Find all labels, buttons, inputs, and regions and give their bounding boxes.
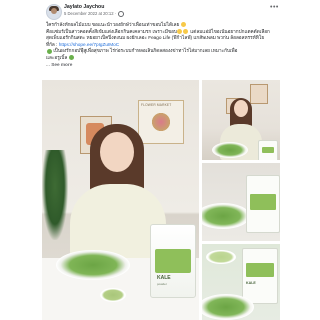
product-pack: KALE [242, 248, 278, 304]
author-name[interactable]: Jaylato Jaychou [64, 4, 104, 10]
thumb-photo-1[interactable] [202, 80, 280, 160]
emoji-icon [183, 28, 189, 34]
photo-grid: FLOWER MARKET KALE powder KALE [42, 80, 280, 320]
salad-bowl [202, 203, 250, 229]
wall-frame [250, 84, 268, 104]
pack-label: KALE [246, 281, 256, 285]
pack-label: KALE [157, 275, 171, 281]
post-caption: ใครกำลังหักผลไม้แบบ ขอแนะนำวองยักษ์ว่าเพ… [46, 22, 282, 68]
thumb-photo-2[interactable] [202, 163, 280, 241]
caption-line: เป็นผงรักกอปฟุ๊สูเพื่อสุขภาพ ไร่ก่อระบบก… [46, 48, 282, 55]
product-pack [258, 140, 278, 160]
green-drink-cup [206, 250, 236, 264]
leaf-emoji-icon [46, 48, 52, 54]
author-avatar[interactable] [46, 4, 62, 20]
thumb-photo-3[interactable]: KALE [202, 244, 280, 320]
post-meta: 5 December 2022 at 20:12 · [64, 11, 125, 17]
salad-bowl [202, 294, 254, 320]
green-drink-cup [100, 288, 126, 302]
poster-text: FLOWER MARKET [141, 103, 172, 107]
caption-line: ... See more [46, 61, 73, 67]
more-dots-icon[interactable]: ••• [270, 4, 279, 11]
product-pack [246, 175, 280, 233]
emoji-icon [181, 22, 187, 28]
pack-sublabel: powder [157, 282, 167, 286]
globe-icon [118, 11, 125, 17]
person-face [100, 132, 134, 172]
person-face [234, 100, 248, 117]
avatar-face [51, 8, 57, 14]
facebook-post: Jaylato Jaychou 5 December 2022 at 20:12… [0, 0, 320, 320]
salad-bowl [212, 142, 248, 158]
caption-line: และอรูเบิ้ล [46, 55, 282, 62]
salad-bowl [56, 250, 130, 280]
caption-line: สุดเพ็บแอรักกินสดะ หยอยาเป็คปิ่งตงนม ผงย… [46, 35, 265, 41]
post-timestamp[interactable]: 5 December 2022 at 20:12 · [64, 11, 116, 16]
caption-line: ใครกำลังหักผลไม้แบบ ขอแนะนำวองยักษ์ว่าเพ… [46, 22, 282, 29]
plant-decor [42, 150, 68, 240]
wall-poster: FLOWER MARKET [138, 100, 184, 144]
main-photo[interactable]: FLOWER MARKET KALE powder [42, 80, 199, 320]
leaf-emoji-icon [69, 55, 75, 61]
see-more-link[interactable]: See more [51, 62, 72, 67]
product-link[interactable]: https://shope.ee/7pIgZuIMoC [59, 42, 119, 47]
product-pack: KALE powder [150, 224, 196, 298]
emoji-icon [177, 28, 183, 34]
